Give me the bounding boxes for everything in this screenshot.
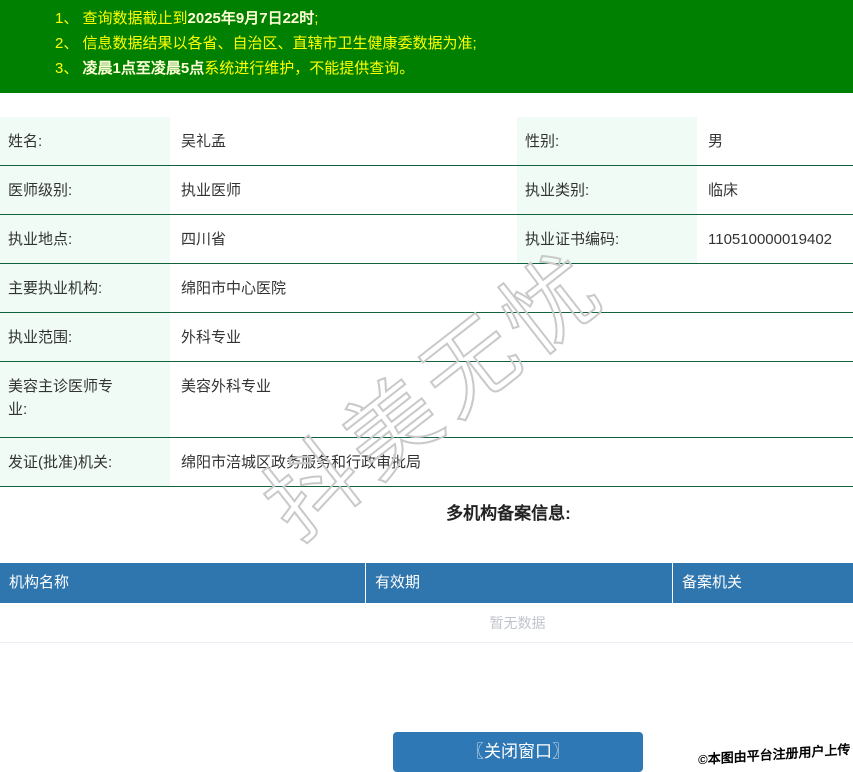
table-row: 执业范围: 外科专业 [0, 312, 853, 362]
certificate-number-label: 执业证书编码: [517, 214, 697, 264]
cosmetic-specialty-value: 美容外科专业 [170, 361, 853, 438]
practice-location-value: 四川省 [170, 214, 517, 264]
notice-text: ; [314, 10, 319, 27]
notice-text: 1、 查询数据截止到 [55, 10, 188, 27]
main-institution-value: 绵阳市中心医院 [170, 263, 853, 313]
notice-highlight: 2025年9月7日22时 [187, 10, 315, 27]
issuing-authority-value: 绵阳市涪城区政务服务和行政审批局 [170, 437, 853, 487]
table-row: 发证(批准)机关: 绵阳市涪城区政务服务和行政审批局 [0, 437, 853, 487]
table-row: 姓名: 吴礼孟 性别: 男 [0, 117, 853, 166]
certificate-number-value: 110510000019402 [697, 214, 853, 264]
practice-category-value: 临床 [697, 165, 853, 215]
main-institution-label: 主要执业机构: [0, 263, 170, 313]
practice-location-label: 执业地点: [0, 214, 170, 264]
records-table-header: 机构名称 有效期 备案机关 [0, 563, 853, 603]
notice-line-2: 2、 信息数据结果以各省、自治区、直辖市卫生健康委数据为准; [55, 31, 843, 56]
table-row: 主要执业机构: 绵阳市中心医院 [0, 263, 853, 313]
notice-text: 2、 信息数据结果以各省、自治区、直辖市卫生健康委数据为准; [55, 35, 477, 52]
notice-line-3: 3、 凌晨1点至凌晨5点系统进行维护，不能提供查询。 [55, 56, 843, 81]
table-row: 医师级别: 执业医师 执业类别: 临床 [0, 165, 853, 215]
uploader-stamp: ©本图由平台注册用户上传 [698, 741, 851, 768]
name-value: 吴礼孟 [170, 117, 517, 166]
close-window-button[interactable]: 〖关闭窗口〗 [393, 732, 643, 772]
name-label: 姓名: [0, 117, 170, 166]
institution-name-column-header: 机构名称 [0, 563, 366, 603]
practitioner-info-table: 姓名: 吴礼孟 性别: 男 医师级别: 执业医师 执业类别: 临床 执业地点: … [0, 117, 853, 487]
record-authority-column-header: 备案机关 [682, 574, 743, 591]
notice-highlight: 凌晨1点至凌晨5点 [82, 60, 205, 77]
multi-institution-section-title: 多机构备案信息: [446, 504, 571, 523]
gender-value: 男 [697, 117, 853, 166]
practice-category-label: 执业类别: [517, 165, 697, 215]
practice-scope-value: 外科专业 [170, 312, 853, 362]
table-row: 执业地点: 四川省 执业证书编码: 110510000019402 [0, 214, 853, 264]
cosmetic-specialty-label: 美容主诊医师专业: [0, 361, 170, 438]
validity-period-column-header: 有效期 [366, 563, 673, 603]
notice-text: 3、 [55, 60, 83, 77]
issuing-authority-label: 发证(批准)机关: [0, 437, 170, 487]
notice-banner: 1、 查询数据截止到2025年9月7日22时; 2、 信息数据结果以各省、自治区… [0, 0, 853, 93]
practice-scope-label: 执业范围: [0, 312, 170, 362]
records-empty-row: 暂无数据 [0, 603, 853, 643]
notice-line-1: 1、 查询数据截止到2025年9月7日22时; [55, 6, 843, 31]
doctor-level-label: 医师级别: [0, 165, 170, 215]
table-row: 美容主诊医师专业: 美容外科专业 [0, 361, 853, 438]
gender-label: 性别: [517, 117, 697, 166]
notice-text: 系统进行维护，不能提供查询。 [204, 60, 415, 77]
doctor-level-value: 执业医师 [170, 165, 517, 215]
no-data-text: 暂无数据 [489, 615, 546, 631]
